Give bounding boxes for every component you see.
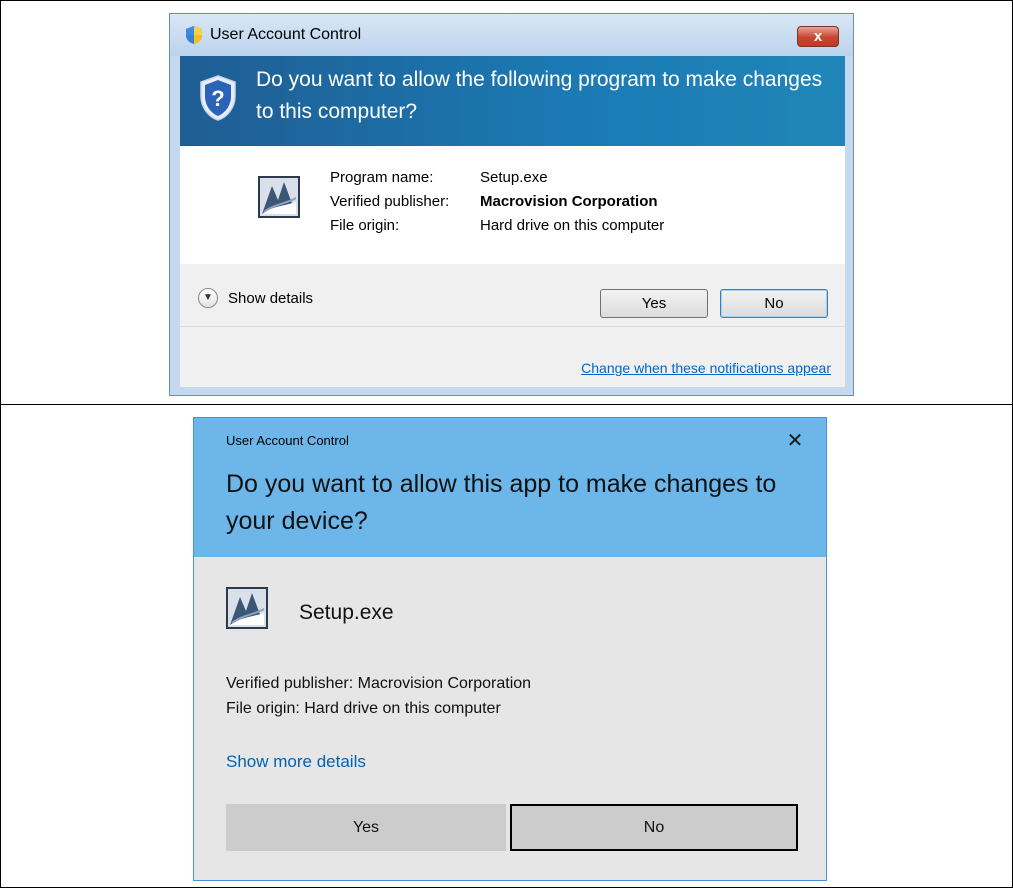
table-border-left bbox=[0, 0, 1, 888]
table-divider bbox=[0, 404, 1013, 405]
win7-titlebar: User Account Control x bbox=[170, 14, 853, 56]
origin-label: File origin: bbox=[330, 217, 400, 234]
origin-line: File origin: Hard drive on this computer bbox=[226, 700, 501, 717]
no-button[interactable]: No bbox=[510, 804, 798, 851]
app-details: Verified publisher: Macrovision Corporat… bbox=[226, 671, 531, 721]
show-more-details-link[interactable]: Show more details bbox=[226, 752, 366, 772]
close-icon[interactable]: ✕ bbox=[782, 428, 808, 454]
program-info-panel: Program name: Setup.exe Verified publish… bbox=[180, 146, 845, 264]
uac-shield-icon bbox=[186, 26, 202, 44]
yes-button[interactable]: Yes bbox=[600, 289, 708, 318]
win7-uac-dialog: User Account Control x ? Do you want to … bbox=[169, 13, 854, 396]
svg-text:?: ? bbox=[211, 86, 224, 111]
publisher-label: Verified publisher: bbox=[330, 193, 450, 210]
program-name-value: Setup.exe bbox=[480, 169, 548, 186]
chevron-down-icon[interactable]: ▼ bbox=[198, 288, 218, 308]
dialog-title: User Account Control bbox=[210, 26, 362, 43]
origin-value: Hard drive on this computer bbox=[480, 217, 665, 234]
program-details: Program name: Setup.exe Verified publish… bbox=[330, 166, 664, 238]
program-name-row: Program name: Setup.exe bbox=[330, 166, 664, 190]
footer-divider bbox=[180, 326, 845, 327]
yes-button[interactable]: Yes bbox=[226, 804, 506, 851]
publisher-value: Macrovision Corporation bbox=[480, 193, 658, 210]
show-details-label[interactable]: Show details bbox=[228, 290, 313, 307]
origin-row: File origin: Hard drive on this computer bbox=[330, 214, 664, 238]
show-details-toggle[interactable]: ▼ Show details bbox=[198, 288, 313, 308]
dialog-footer: ▼ Show details Yes No Change when these … bbox=[180, 264, 845, 387]
win10-uac-dialog: User Account Control ✕ Do you want to al… bbox=[193, 417, 827, 881]
close-button[interactable]: x bbox=[797, 26, 839, 47]
table-border-top bbox=[0, 0, 1013, 1]
publisher-line: Verified publisher: Macrovision Corporat… bbox=[226, 675, 532, 692]
dialog-title: User Account Control bbox=[226, 433, 349, 448]
dialog-header: ? Do you want to allow the following pro… bbox=[180, 56, 845, 146]
dialog-heading: Do you want to allow this app to make ch… bbox=[226, 470, 777, 535]
program-name-label: Program name: bbox=[330, 169, 434, 186]
shield-question-icon: ? bbox=[200, 75, 236, 121]
program-icon bbox=[258, 176, 300, 218]
dialog-heading: Do you want to allow the following progr… bbox=[256, 68, 823, 123]
program-icon bbox=[226, 587, 268, 629]
publisher-row: Verified publisher: Macrovision Corporat… bbox=[330, 190, 664, 214]
dialog-header: User Account Control ✕ Do you want to al… bbox=[194, 418, 826, 557]
no-button[interactable]: No bbox=[720, 289, 828, 318]
change-notifications-link[interactable]: Change when these notifications appear bbox=[581, 360, 831, 376]
app-name: Setup.exe bbox=[299, 601, 394, 624]
